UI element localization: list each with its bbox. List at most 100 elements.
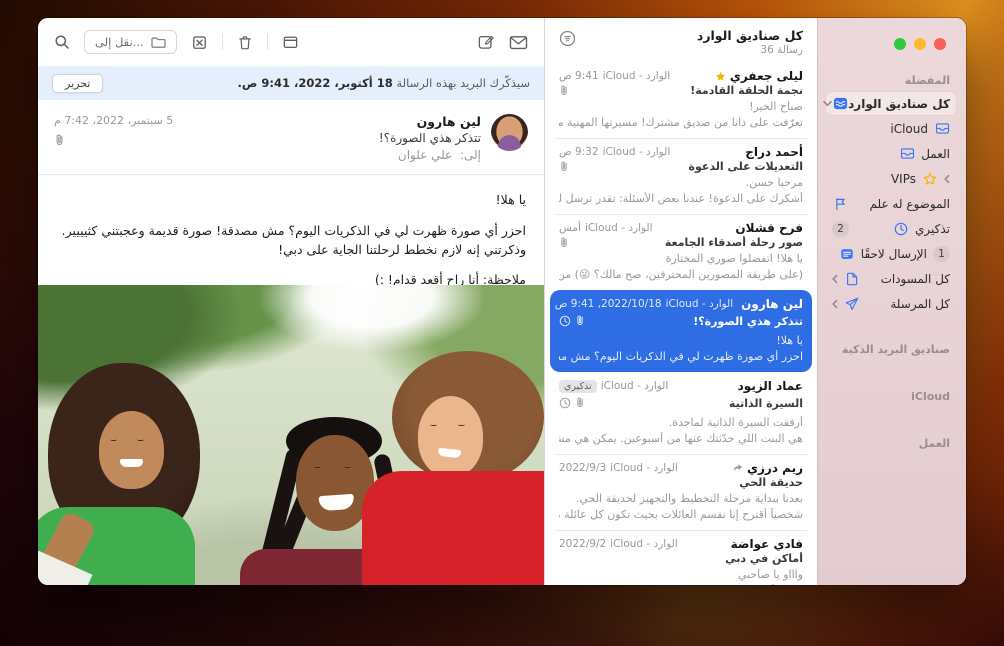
window-controls bbox=[894, 38, 946, 50]
archive-icon[interactable] bbox=[282, 34, 299, 50]
message-preview: الحين أنا غيران كثير منك على هاي الرحلة.… bbox=[559, 584, 803, 585]
minimize-window-button[interactable] bbox=[914, 38, 926, 50]
list-item-selected[interactable]: لين هارون الوارد - iCloud 2022/10/18, 9:… bbox=[550, 290, 812, 372]
inbox-icon bbox=[934, 121, 950, 137]
attachment-photo bbox=[38, 285, 544, 585]
move-to-button[interactable]: نقل إلى... bbox=[84, 30, 177, 54]
clock-icon bbox=[893, 221, 909, 237]
desktop: { "view": { "toolbar": { "move_to": "نقل… bbox=[0, 0, 1004, 646]
message-subject: حديقة الحي bbox=[739, 476, 803, 489]
message-sender: عماد الزيود bbox=[738, 379, 803, 393]
message-date: أمس bbox=[559, 222, 581, 234]
list-item[interactable]: فرح قشلان الوارد - iCloud أمس صور رحلة أ… bbox=[545, 214, 817, 290]
chevron-left-icon[interactable] bbox=[832, 299, 838, 309]
list-item[interactable]: ريم درزي الوارد - iCloud 2022/9/3 حديقة … bbox=[545, 454, 817, 530]
sidebar-item-all-drafts[interactable]: كل المسودات bbox=[826, 267, 956, 290]
list-item[interactable]: فادي عواضة الوارد - iCloud 2022/9/2 أماك… bbox=[545, 530, 817, 585]
photo-eye bbox=[458, 423, 465, 426]
star-icon bbox=[922, 171, 938, 187]
message-preview: يا هلا! اتفضلوا صوري المختارة bbox=[559, 252, 803, 267]
recipient-line: إلى: علي علوان bbox=[173, 148, 481, 162]
message-mailbox: الوارد - iCloud bbox=[610, 538, 678, 550]
message-view-pane: نقل إلى... سيذكّرك البريد بهذه bbox=[38, 18, 545, 585]
work-section-header[interactable]: العمل bbox=[826, 431, 956, 456]
photo-woman-left-face bbox=[99, 411, 165, 489]
message-date: 2022/9/3 bbox=[559, 462, 606, 474]
sidebar-item-remind-me[interactable]: 2 تذكيري bbox=[826, 217, 956, 240]
chevron-left-icon[interactable] bbox=[832, 274, 838, 284]
photo-woman-right-face bbox=[418, 396, 484, 477]
list-header: كل صناديق الوارد 36 رسالة bbox=[545, 18, 817, 62]
message-preview: تعرّفت على دانا من صديق مشترك! مسيرتها ا… bbox=[559, 116, 803, 131]
sidebar-item-all-sent[interactable]: كل المرسلة bbox=[826, 292, 956, 315]
list-item[interactable]: ليلى جعفري الوارد - iCloud 9:41 ص نجمة ا… bbox=[545, 62, 817, 138]
close-window-button[interactable] bbox=[934, 38, 946, 50]
message-subject: السيرة الذاتية bbox=[729, 397, 803, 410]
smart-mailboxes-header[interactable]: صناديق البريد الذكية bbox=[826, 337, 956, 362]
photo-smile bbox=[437, 447, 460, 457]
replied-arrow-icon bbox=[732, 463, 743, 473]
toolbar-separator bbox=[222, 34, 223, 50]
message-sender: ريم درزي bbox=[747, 461, 803, 475]
trash-icon[interactable] bbox=[237, 34, 253, 51]
photo-woman-right-shirt bbox=[362, 471, 544, 585]
message-date: 2022/9/2 bbox=[559, 538, 606, 550]
mailbox-title: كل صناديق الوارد bbox=[576, 28, 803, 43]
compose-icon[interactable] bbox=[477, 33, 495, 51]
paperclip-icon bbox=[559, 160, 569, 173]
sidebar-item-work-inbox[interactable]: العمل bbox=[826, 142, 956, 165]
message-date: 5 سبتمبر، 2022، 7:42 م bbox=[54, 114, 173, 127]
edit-button[interactable]: تحرير bbox=[52, 74, 103, 93]
inbox-icon bbox=[899, 146, 915, 162]
list-item[interactable]: أحمد دراج الوارد - iCloud 9:32 ص التعديل… bbox=[545, 138, 817, 214]
sidebar-item-label: الإرسال لاحقًا bbox=[861, 247, 927, 261]
photo-eye bbox=[110, 438, 117, 441]
unread-count-badge: 2 bbox=[832, 221, 849, 237]
zoom-window-button[interactable] bbox=[894, 38, 906, 50]
chevron-down-icon[interactable] bbox=[823, 100, 832, 107]
message-subject: تتذكر هذي الصورة؟! bbox=[693, 315, 803, 328]
message-date: 2022/10/18, 9:41 ص bbox=[555, 298, 662, 310]
sidebar-item-flagged[interactable]: الموضوع له علم bbox=[826, 192, 956, 215]
message-sender: فادي عواضة bbox=[731, 537, 803, 551]
paperclip-icon bbox=[575, 312, 585, 331]
message-list-pane: كل صناديق الوارد 36 رسالة ليلى جعفري الو… bbox=[545, 18, 818, 585]
photo-eye bbox=[314, 465, 321, 468]
icloud-section-header[interactable]: iCloud bbox=[826, 384, 956, 409]
toolbar-separator bbox=[267, 34, 268, 50]
search-icon[interactable] bbox=[54, 34, 70, 50]
message-header: لين هارون تتذكر هذي الصورة؟! إلى: علي عل… bbox=[38, 100, 544, 175]
folder-icon bbox=[151, 36, 166, 49]
message-sender: لين هارون bbox=[741, 297, 803, 311]
message-preview: هي البنت اللي حدّثتك عنها من أسبوعين. يم… bbox=[559, 432, 803, 447]
junk-icon[interactable] bbox=[191, 34, 208, 51]
message-subject: التعديلات على الدعوة bbox=[689, 160, 803, 173]
sidebar-item-icloud-inbox[interactable]: iCloud bbox=[826, 117, 956, 140]
message-sender: فرح قشلان bbox=[735, 221, 803, 235]
sidebar-item-send-later[interactable]: الإرسال لاحقًا 1 bbox=[826, 242, 956, 265]
reminder-date: 18 أكتوبر، 2022، 9:41 ص. bbox=[238, 76, 393, 90]
list-item[interactable]: عماد الزيود الوارد - iCloud تذكيري السير… bbox=[545, 372, 817, 454]
message-preview: أشكرك على الدعوة! عندنا بعض الأسئلة: تقد… bbox=[559, 192, 803, 207]
move-to-label: نقل إلى... bbox=[95, 35, 144, 49]
sender-avatar[interactable] bbox=[491, 114, 528, 151]
paperplane-icon bbox=[844, 296, 860, 312]
message-mailbox: الوارد - iCloud bbox=[601, 380, 669, 392]
sidebar-item-label: كل المسودات bbox=[860, 272, 950, 286]
flag-icon bbox=[832, 196, 848, 212]
message-mailbox: الوارد - iCloud bbox=[603, 70, 671, 82]
body-paragraph: احزر أي صورة ظهرت لي في الذكريات اليوم؟ … bbox=[56, 222, 526, 260]
toolbar: نقل إلى... bbox=[38, 18, 544, 66]
sender-name: لين هارون bbox=[173, 114, 481, 129]
paperclip-icon bbox=[575, 394, 585, 413]
chevron-left-icon[interactable] bbox=[944, 174, 950, 184]
message-subject: نجمة الحلقة القادمة! bbox=[690, 84, 803, 97]
message-preview: أرفقت السيرة الذاتية لماجدة. bbox=[559, 416, 803, 431]
sidebar-item-vips[interactable]: VIPs bbox=[826, 167, 956, 190]
filter-icon[interactable] bbox=[559, 30, 576, 51]
sidebar-item-all-inboxes[interactable]: كل صناديق الوارد bbox=[826, 92, 956, 115]
message-date: 9:41 ص bbox=[559, 70, 599, 82]
envelope-icon[interactable] bbox=[509, 35, 528, 50]
message-preview: مرحبا حسن. bbox=[559, 176, 803, 191]
favorites-section-header: المفضلة bbox=[826, 70, 956, 92]
